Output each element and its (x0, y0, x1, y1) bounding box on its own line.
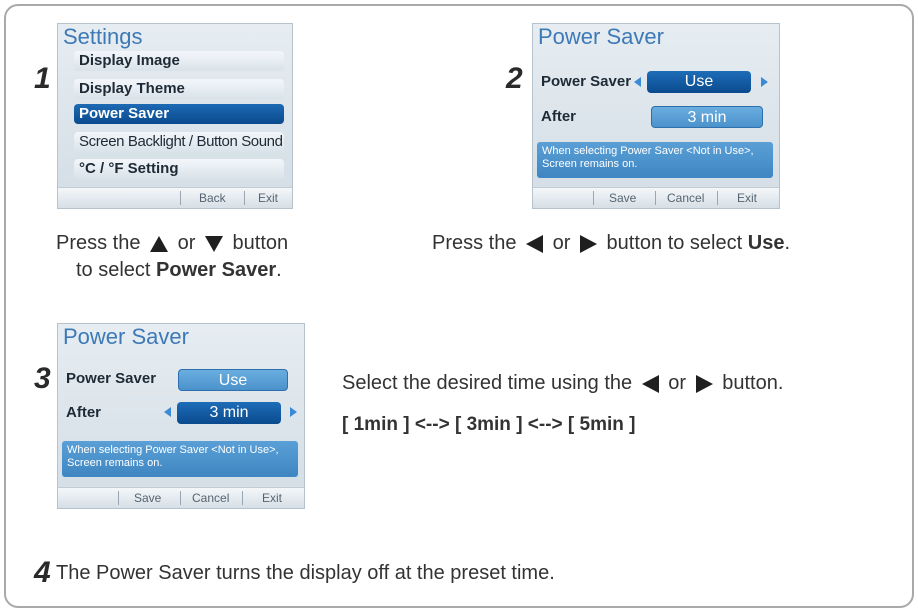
menu-item-power-saver[interactable]: Power Saver (74, 104, 284, 124)
screen-title: Power Saver (63, 324, 189, 349)
right-arrow-icon[interactable] (761, 77, 768, 87)
power-saver-value[interactable]: Use (647, 71, 751, 93)
exit-button[interactable]: Exit (737, 191, 757, 205)
step-2-caption: Press the or button to select Use. (432, 232, 791, 254)
power-saver-label: Power Saver (66, 370, 157, 387)
step-4-number: 4 (34, 556, 51, 589)
screen-bottom-bar: Save Cancel Exit (58, 487, 304, 508)
cancel-button[interactable]: Cancel (192, 491, 229, 505)
menu-item-display-theme[interactable]: Display Theme (74, 79, 284, 99)
screen-bottom-bar: Save Cancel Exit (533, 187, 779, 208)
cancel-button[interactable]: Cancel (667, 191, 704, 205)
separator (180, 191, 181, 205)
step-1-caption-line2: to select Power Saver. (76, 259, 282, 281)
back-button[interactable]: Back (199, 191, 226, 205)
save-button[interactable]: Save (609, 191, 636, 205)
power-saver-note: When selecting Power Saver <Not in Use>,… (537, 142, 773, 178)
exit-button[interactable]: Exit (258, 191, 278, 205)
after-label: After (541, 108, 577, 125)
exit-button[interactable]: Exit (262, 491, 282, 505)
menu-item-temperature-unit[interactable]: °C / °F Setting (74, 159, 284, 179)
right-arrow-icon (695, 374, 713, 393)
left-arrow-icon (526, 234, 544, 253)
power-saver-label: Power Saver (541, 73, 632, 90)
separator (593, 191, 594, 205)
after-value[interactable]: 3 min (177, 402, 281, 424)
screen-title: Settings (63, 24, 143, 49)
step-3-caption: Select the desired time using the or but… (342, 372, 784, 394)
power-saver-note: When selecting Power Saver <Not in Use>,… (62, 441, 298, 477)
after-label: After (66, 404, 102, 421)
separator (118, 491, 119, 505)
separator (244, 191, 245, 205)
power-saver-screen-step2: Power Saver Power Saver Use After 3 min … (532, 23, 780, 209)
after-value[interactable]: 3 min (651, 106, 763, 128)
separator (242, 491, 243, 505)
screen-bottom-bar: Back Exit (58, 187, 292, 208)
separator (717, 191, 718, 205)
step-1-number: 1 (34, 62, 51, 95)
save-button[interactable]: Save (134, 491, 161, 505)
up-arrow-icon (150, 235, 169, 252)
left-arrow-icon (641, 374, 659, 393)
down-arrow-icon (204, 235, 223, 252)
step-1-caption-line1: Press the or button (56, 232, 289, 254)
time-options: [ 1min ] <--> [ 3min ] <--> [ 5min ] (342, 414, 636, 435)
menu-item-display-image[interactable]: Display Image (74, 51, 284, 71)
step-4-text: The Power Saver turns the display off at… (56, 562, 555, 584)
step-3-number: 3 (34, 362, 51, 395)
screen-title: Power Saver (538, 24, 664, 49)
step-2-number: 2 (506, 62, 523, 95)
power-saver-value[interactable]: Use (178, 369, 288, 391)
power-saver-screen-step3: Power Saver Power Saver Use After 3 min … (57, 323, 305, 509)
right-arrow-icon[interactable] (290, 407, 297, 417)
left-arrow-icon[interactable] (164, 407, 171, 417)
menu-item-backlight-sound[interactable]: Screen Backlight / Button Sound (74, 132, 284, 152)
right-arrow-icon (579, 234, 597, 253)
settings-screen: Settings Display Image Display Theme Pow… (57, 23, 293, 209)
separator (180, 491, 181, 505)
left-arrow-icon[interactable] (634, 77, 641, 87)
separator (655, 191, 656, 205)
